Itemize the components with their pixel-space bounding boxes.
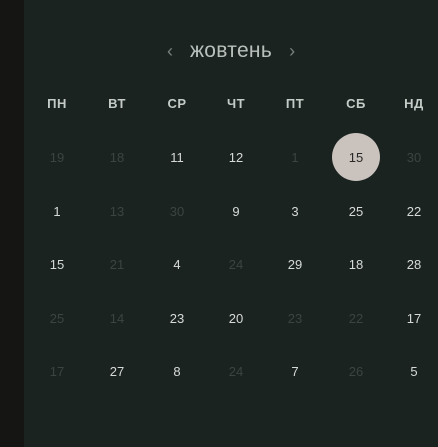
- day-cell[interactable]: 21: [93, 240, 141, 288]
- day-cell[interactable]: 15: [33, 240, 81, 288]
- day-cell[interactable]: 13: [93, 187, 141, 235]
- day-cell[interactable]: 7: [271, 347, 319, 395]
- day-cell[interactable]: 30: [153, 187, 201, 235]
- day-cell[interactable]: 3: [271, 187, 319, 235]
- day-cell[interactable]: 18: [93, 133, 141, 181]
- day-cell[interactable]: 22: [332, 294, 380, 342]
- day-cell[interactable]: 18: [332, 240, 380, 288]
- day-cell[interactable]: 4: [153, 240, 201, 288]
- day-cell[interactable]: 30: [390, 133, 438, 181]
- day-cell[interactable]: 17: [33, 347, 81, 395]
- left-edge-strip: [0, 0, 24, 447]
- day-cell[interactable]: 17: [390, 294, 438, 342]
- day-cell[interactable]: 5: [390, 347, 438, 395]
- day-cell[interactable]: 29: [271, 240, 319, 288]
- day-cell[interactable]: 9: [212, 187, 260, 235]
- day-cell[interactable]: 25: [332, 187, 380, 235]
- day-cell[interactable]: 23: [271, 294, 319, 342]
- day-cell[interactable]: 26: [332, 347, 380, 395]
- day-cell[interactable]: 11: [153, 133, 201, 181]
- day-cell[interactable]: 20: [212, 294, 260, 342]
- day-cell[interactable]: 1: [271, 133, 319, 181]
- day-cell-selected[interactable]: 15: [332, 133, 380, 181]
- day-cell[interactable]: 22: [390, 187, 438, 235]
- day-cell[interactable]: 24: [212, 240, 260, 288]
- calendar-panel: ‹ жовтень › ПН ВТ СР ЧТ ПТ СБ НД 19 18 11 1…: [24, 0, 438, 447]
- calendar-day-grid: 19 18 11 12 1 15 30 1 13 30 9 3 25 22 15 21 4 24 29 18 28 25 1…: [24, 0, 438, 447]
- day-cell[interactable]: 28: [390, 240, 438, 288]
- day-cell[interactable]: 19: [33, 133, 81, 181]
- day-cell[interactable]: 27: [93, 347, 141, 395]
- day-cell[interactable]: 24: [212, 347, 260, 395]
- day-cell[interactable]: 14: [93, 294, 141, 342]
- day-cell[interactable]: 12: [212, 133, 260, 181]
- day-cell[interactable]: 8: [153, 347, 201, 395]
- day-cell[interactable]: 1: [33, 187, 81, 235]
- day-cell[interactable]: 23: [153, 294, 201, 342]
- day-cell[interactable]: 25: [33, 294, 81, 342]
